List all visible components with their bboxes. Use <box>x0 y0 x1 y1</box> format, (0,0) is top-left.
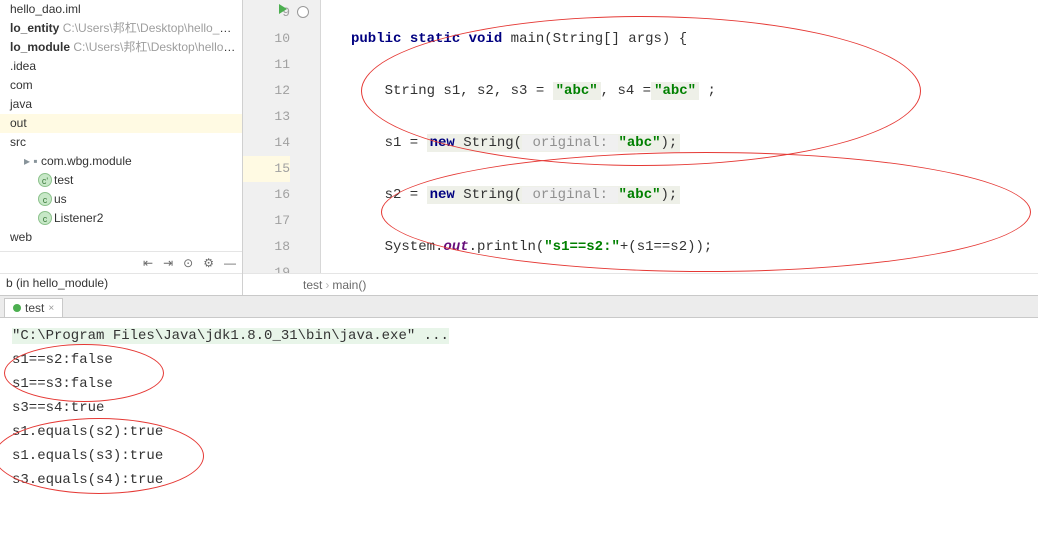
tree-item[interactable]: com <box>0 76 242 95</box>
console-line: s1.equals(s2):true <box>12 420 1026 444</box>
tree-item[interactable]: lo_module C:\Users\邦杠\Desktop\hello_modu… <box>0 38 242 57</box>
tree-item-class[interactable]: c'test <box>0 171 242 190</box>
tree-item[interactable]: .idea <box>0 57 242 76</box>
line-number[interactable]: 12 <box>243 78 290 104</box>
override-icon[interactable] <box>297 6 309 18</box>
run-tabs: test × <box>0 296 1038 318</box>
console-output[interactable]: "C:\Program Files\Java\jdk1.8.0_31\bin\j… <box>0 318 1038 525</box>
line-number[interactable]: 19 <box>243 260 290 273</box>
line-number[interactable]: 18 <box>243 234 290 260</box>
hide-icon[interactable]: — <box>224 256 236 270</box>
collapse-icon[interactable]: ⇤ <box>143 256 153 270</box>
line-number[interactable]: 17 <box>243 208 290 234</box>
class-icon: c <box>38 211 52 225</box>
tree-item-class[interactable]: cus <box>0 190 242 209</box>
class-icon: c' <box>38 173 52 187</box>
tree-item[interactable]: hello_dao.iml <box>0 0 242 19</box>
close-icon[interactable]: × <box>48 303 54 314</box>
target-icon[interactable]: ⊙ <box>183 256 193 270</box>
console-line: "C:\Program Files\Java\jdk1.8.0_31\bin\j… <box>12 324 1026 348</box>
folder-icon: ▸ ▪ <box>24 154 41 168</box>
tree-item[interactable]: src <box>0 133 242 152</box>
code-editor: 9 10 11 12 13 14 15 16 17 18 19 public s… <box>243 0 1038 295</box>
gear-icon[interactable]: ⚙ <box>203 256 214 270</box>
console-line: s1==s2:false <box>12 348 1026 372</box>
tree-item[interactable]: java <box>0 95 242 114</box>
line-number[interactable]: 15 <box>243 156 290 182</box>
run-icon[interactable] <box>279 4 287 14</box>
line-number[interactable]: 11 <box>243 52 290 78</box>
tree-item-package[interactable]: ▸ ▪ com.wbg.module <box>0 152 242 171</box>
run-status-icon <box>13 304 21 312</box>
project-tree[interactable]: hello_dao.iml lo_entity C:\Users\邦杠\Desk… <box>0 0 242 251</box>
line-number[interactable]: 10 <box>243 26 290 52</box>
run-tab[interactable]: test × <box>4 298 63 317</box>
tree-item[interactable]: lo_entity C:\Users\邦杠\Desktop\hello_enti… <box>0 19 242 38</box>
class-icon: c <box>38 192 52 206</box>
console-line: s3.equals(s4):true <box>12 468 1026 492</box>
gutter[interactable]: 9 10 11 12 13 14 15 16 17 18 19 <box>243 0 321 273</box>
breadcrumb-item[interactable]: test <box>303 278 322 292</box>
breadcrumb-item[interactable]: main() <box>332 278 366 292</box>
console-line: s1==s3:false <box>12 372 1026 396</box>
run-panel: test × "C:\Program Files\Java\jdk1.8.0_3… <box>0 295 1038 525</box>
breadcrumb[interactable]: test›main() <box>243 273 1038 295</box>
tree-item-class[interactable]: cListener2 <box>0 209 242 228</box>
sidebar-toolbar: ⇤ ⇥ ⊙ ⚙ — <box>0 251 242 273</box>
tree-item[interactable]: web <box>0 228 242 247</box>
tree-item-out[interactable]: out <box>0 114 242 133</box>
line-number[interactable]: 16 <box>243 182 290 208</box>
project-sidebar: hello_dao.iml lo_entity C:\Users\邦杠\Desk… <box>0 0 243 295</box>
code-area[interactable]: public static void main(String[] args) {… <box>321 0 1038 273</box>
line-number[interactable]: 13 <box>243 104 290 130</box>
expand-icon[interactable]: ⇥ <box>163 256 173 270</box>
sidebar-footer: b (in hello_module) <box>0 273 242 295</box>
line-number[interactable]: 14 <box>243 130 290 156</box>
console-line: s3==s4:true <box>12 396 1026 420</box>
line-number[interactable]: 9 <box>243 0 290 26</box>
console-line: s1.equals(s3):true <box>12 444 1026 468</box>
